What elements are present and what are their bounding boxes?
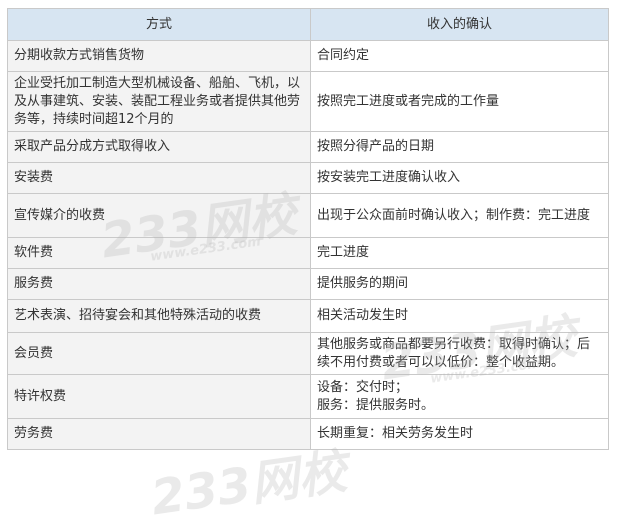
method-cell: 采取产品分成方式取得收入	[7, 131, 311, 163]
table-row: 服务费 提供服务的期间	[7, 268, 609, 300]
method-cell: 软件费	[7, 237, 311, 269]
revenue-recognition-table: 方式 收入的确认 分期收款方式销售货物 合同约定 企业受托加工制造大型机械设备、船舶…	[7, 8, 609, 450]
method-cell: 会员费	[7, 332, 311, 375]
recognition-cell: 长期重复：相关劳务发生时	[310, 418, 609, 450]
table-row: 艺术表演、招待宴会和其他特殊活动的收费 相关活动发生时	[7, 299, 609, 333]
table-row: 软件费 完工进度	[7, 237, 609, 269]
method-cell: 安装费	[7, 162, 311, 194]
recognition-cell: 按安装完工进度确认收入	[310, 162, 609, 194]
recognition-cell: 其他服务或商品都要另行收费：取得时确认；后续不用付费或者可以以低价：整个收益期。	[310, 332, 609, 375]
table-row: 劳务费 长期重复：相关劳务发生时	[7, 418, 609, 450]
method-cell: 劳务费	[7, 418, 311, 450]
method-cell: 分期收款方式销售货物	[7, 40, 311, 72]
recognition-cell: 提供服务的期间	[310, 268, 609, 300]
recognition-cell: 合同约定	[310, 40, 609, 72]
header-recognition: 收入的确认	[310, 8, 609, 41]
table-row: 特许权费 设备：交付时； 服务：提供服务时。	[7, 374, 609, 419]
method-cell: 企业受托加工制造大型机械设备、船舶、飞机，以及从事建筑、安装、装配工程业务或者提…	[7, 71, 311, 132]
table-row: 安装费 按安装完工进度确认收入	[7, 162, 609, 194]
recognition-cell: 完工进度	[310, 237, 609, 269]
table-row: 分期收款方式销售货物 合同约定	[7, 40, 609, 72]
method-cell: 宣传媒介的收费	[7, 193, 311, 238]
table-header-row: 方式 收入的确认	[7, 8, 609, 41]
recognition-cell: 按照完工进度或者完成的工作量	[310, 71, 609, 132]
table-body: 分期收款方式销售货物 合同约定 企业受托加工制造大型机械设备、船舶、飞机，以及从事建…	[7, 40, 609, 450]
method-cell: 特许权费	[7, 374, 311, 419]
method-cell: 艺术表演、招待宴会和其他特殊活动的收费	[7, 299, 311, 333]
recognition-cell: 相关活动发生时	[310, 299, 609, 333]
table-row: 宣传媒介的收费 出现于公众面前时确认收入；制作费：完工进度	[7, 193, 609, 238]
recognition-cell: 按照分得产品的日期	[310, 131, 609, 163]
table-row: 采取产品分成方式取得收入 按照分得产品的日期	[7, 131, 609, 163]
table-row: 企业受托加工制造大型机械设备、船舶、飞机，以及从事建筑、安装、装配工程业务或者提…	[7, 71, 609, 132]
method-cell: 服务费	[7, 268, 311, 300]
header-method: 方式	[7, 8, 311, 41]
table-row: 会员费 其他服务或商品都要另行收费：取得时确认；后续不用付费或者可以以低价：整个收…	[7, 332, 609, 375]
recognition-cell: 设备：交付时； 服务：提供服务时。	[310, 374, 609, 419]
recognition-cell: 出现于公众面前时确认收入；制作费：完工进度	[310, 193, 609, 238]
